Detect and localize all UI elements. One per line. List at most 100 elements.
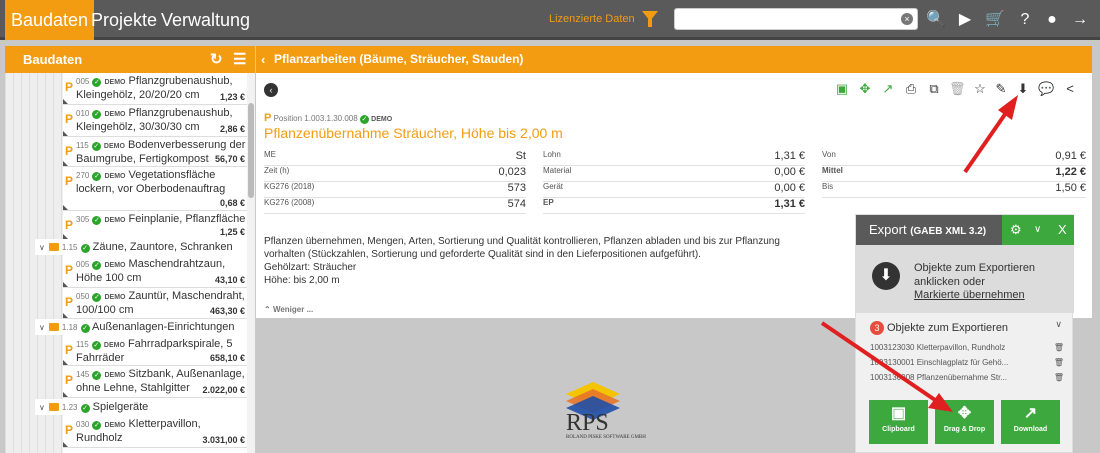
copy-icon[interactable]: ⧉ (926, 81, 942, 97)
kv-row: Von 0,91 € (822, 150, 1086, 166)
scrollbar-thumb[interactable] (248, 103, 254, 198)
tree-item[interactable]: P 145 ✓ DEMO Sitzbank, Außenanlage, ohne … (63, 366, 247, 398)
take-marked-link[interactable]: Markierte übernehmen (914, 289, 1025, 301)
item-price: 43,10 € (214, 275, 245, 285)
logo-subtitle: ROLAND PISKE SOFTWARE GMBH (566, 435, 646, 440)
tree-item[interactable]: P 005 ✓ DEMO Maschendrahtzaun, Höhe 100 c… (63, 256, 247, 288)
position-line: P Position 1.003.1.30.008 ✓ DEMO (264, 112, 393, 124)
check-icon: ✓ (92, 261, 102, 270)
tree-item[interactable]: P 115 ✓ DEMO Bodenverbesserung der Baumgr… (63, 137, 247, 167)
edit-pencil-icon[interactable]: ✎ (993, 81, 1009, 97)
nav-baudaten[interactable]: Baudaten (5, 0, 95, 40)
comment-icon[interactable]: 💬 (1038, 81, 1054, 97)
print-icon[interactable]: ⎙ (903, 81, 919, 97)
item-price: 463,30 € (209, 306, 245, 316)
nav-verwaltung[interactable]: Verwaltung (161, 0, 250, 40)
tree-item[interactable]: P 010 ✓ DEMO Pflanzgrubenaushub, Kleingeh… (63, 105, 247, 137)
drag-drop-button[interactable]: ✥ Drag & Drop (935, 400, 994, 444)
count-badge: 3 (870, 321, 884, 335)
scrollbar[interactable] (247, 73, 255, 453)
nav-projekte[interactable]: Projekte (91, 0, 157, 40)
trash-icon[interactable]: 🗑 (949, 81, 966, 97)
help-icon[interactable]: ? (1015, 10, 1035, 30)
baudaten-panel: Baudaten ↻ ☰ P 005 ✓ DEMO Pflanzgrubenau… (5, 46, 255, 453)
clipboard-icon: ▣ (890, 405, 907, 422)
check-icon: ✓ (80, 324, 90, 333)
refresh-icon[interactable]: ↻ (210, 46, 223, 73)
search-input[interactable]: × (674, 8, 918, 30)
tree-item[interactable]: P 270 ✓ DEMO Vegetationsfläche lockern, v… (63, 167, 247, 211)
back-circle-icon[interactable]: ‹ (264, 83, 278, 97)
star-icon[interactable]: ☆ (972, 81, 988, 97)
tree-item[interactable]: P 005 ✓ DEMO Pflanzgrubenaushub, Kleingeh… (63, 73, 247, 105)
item-price: 1,23 € (219, 92, 245, 102)
check-icon: ✓ (92, 216, 102, 225)
copy-to-clipboard-icon[interactable]: ▣ (834, 81, 850, 97)
position-icon: P (65, 112, 74, 126)
gear-icon[interactable]: ⚙ (1010, 215, 1022, 245)
position-icon: P (65, 373, 74, 387)
clipboard-button[interactable]: ▣ Clipboard (869, 400, 928, 444)
check-icon: ✓ (92, 371, 102, 380)
export-header: Export (GAEB XML 3.2) ⚙ ∨ X (856, 215, 1074, 245)
export-controls: ⚙ ∨ X (1002, 215, 1074, 245)
chevron-down-icon[interactable]: ∨ (1055, 319, 1062, 330)
position-icon: P (65, 218, 74, 232)
clear-search-icon[interactable]: × (901, 13, 913, 25)
back-chevron-icon[interactable]: ‹ (261, 46, 265, 73)
search-zoom-icon[interactable]: 🔍 (926, 10, 946, 30)
position-description: Pflanzen übernehmen, Mengen, Arten, Sort… (264, 236, 780, 286)
kv-row: Bis 1,50 € (822, 182, 1086, 198)
tree-item[interactable]: P 305 ✓ DEMO Feinplanie, Pflanzfläche 1,… (63, 211, 247, 240)
kv-row: Material 0,00 € (543, 166, 805, 182)
detail-header-title: Pflanzarbeiten (Bäume, Sträucher, Staude… (274, 52, 524, 66)
close-export-button[interactable]: X (1058, 215, 1067, 245)
trash-icon[interactable]: 🗑 (1054, 358, 1064, 367)
tree-group[interactable]: ∨ 1.23 ✓ Spielgeräte (35, 399, 247, 415)
logo-name: RPS (566, 410, 609, 436)
position-icon: P (65, 144, 74, 158)
tree-item[interactable]: P 115 ✓ DEMO Fahrradparkspirale, 5 Fahrrä… (63, 336, 247, 366)
check-icon: ✓ (80, 244, 90, 253)
item-price: 0,68 € (219, 198, 245, 208)
position-icon: P (264, 112, 272, 124)
kv-row: KG276 (2008) 574 (264, 198, 526, 214)
export-count: 3 Objekte zum Exportieren (870, 321, 1008, 335)
logout-icon[interactable]: → (1070, 10, 1090, 30)
cart-icon[interactable]: 🛒 (985, 10, 1005, 30)
filter-icon[interactable] (642, 11, 658, 27)
item-price: 2,86 € (219, 124, 245, 134)
user-icon[interactable]: ● (1042, 10, 1062, 30)
tree-item[interactable]: P 050 ✓ DEMO Zauntür, Maschendraht, 100/1… (63, 288, 247, 319)
show-less-link[interactable]: ⌃ Weniger ... (264, 305, 313, 314)
position-title: Pflanzenübernahme Sträucher, Höhe bis 2,… (264, 125, 563, 141)
check-icon: ✓ (91, 341, 101, 350)
trash-icon[interactable]: 🗑 (1054, 343, 1064, 352)
kv-row: Mittel 1,22 € (822, 166, 1086, 182)
download-icon[interactable]: ⬇ (1015, 81, 1031, 97)
tree-group[interactable]: ∨ 1.15 ✓ Zäune, Zauntore, Schranken (35, 239, 247, 255)
move-icon[interactable]: ✥ (857, 81, 873, 97)
export-list-item: 1003123030 Kletterpavillon, Rundholz 🗑 (870, 343, 1064, 352)
list-icon[interactable]: ☰ (233, 46, 246, 73)
position-icon: P (65, 343, 74, 357)
video-icon[interactable]: ▶ (955, 10, 975, 30)
chevron-down-icon[interactable]: ∨ (1034, 215, 1041, 245)
download-circle-icon: ⬇ (872, 262, 900, 290)
tree-indent (5, 73, 63, 453)
tree-group[interactable]: ∨ 1.18 ✓ Außenanlagen-Einrichtungen (35, 319, 247, 335)
tree-item[interactable]: P 030 ✓ DEMO Kletterpavillon, Rundholz 3.… (63, 416, 247, 448)
detail-header: ‹ Pflanzarbeiten (Bäume, Sträucher, Stau… (256, 46, 1092, 73)
export-panel: Export (GAEB XML 3.2) ⚙ ∨ X ⬇ Objekte zu… (855, 214, 1074, 453)
chevron-down-icon: ∨ (39, 243, 45, 252)
chevron-down-icon: ∨ (39, 323, 45, 332)
check-icon: ✓ (92, 293, 102, 302)
download-button[interactable]: ↗ Download (1001, 400, 1060, 444)
trash-icon[interactable]: 🗑 (1054, 373, 1064, 382)
chevron-down-icon: ∨ (39, 403, 45, 412)
share-icon[interactable]: < (1062, 81, 1078, 97)
position-icon: P (65, 174, 74, 188)
export-list-item: 1003130001 Einschlagplatz für Gehö... 🗑 (870, 358, 1064, 367)
external-link-icon[interactable]: ↗ (880, 81, 896, 97)
check-icon: ✓ (80, 404, 90, 413)
